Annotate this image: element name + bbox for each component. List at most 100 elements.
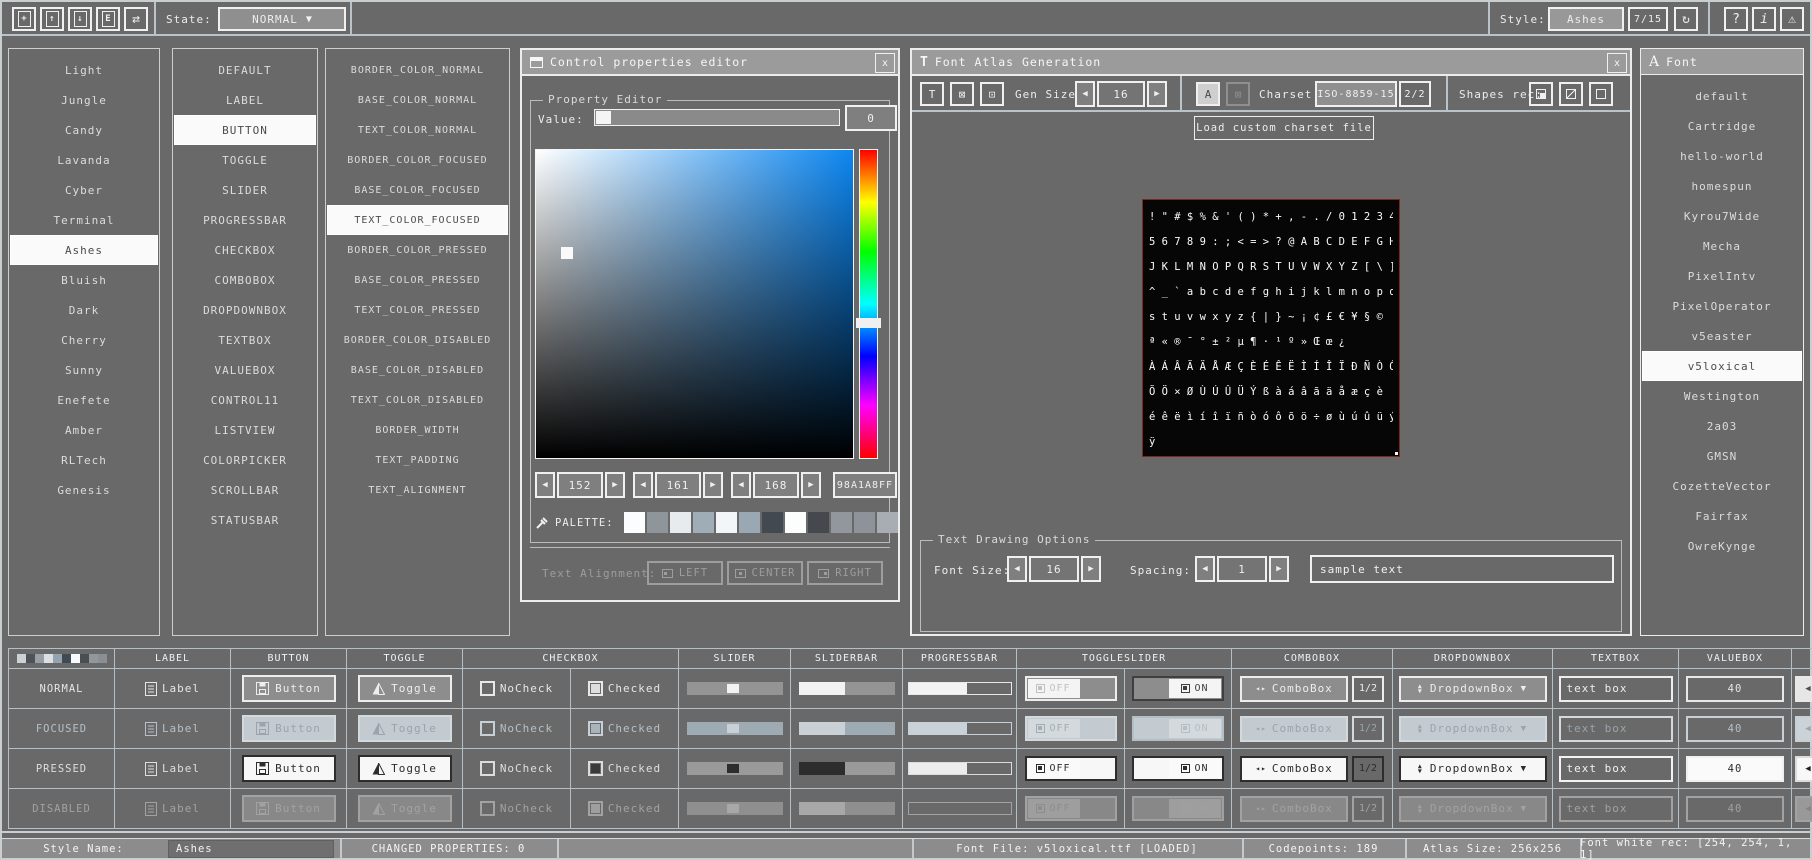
cell-disabled-7[interactable] xyxy=(791,789,903,829)
font-size-decrease-button[interactable]: ◀ xyxy=(1007,556,1027,582)
blue-decrease-button[interactable]: ◀ xyxy=(731,472,751,498)
hue-bar[interactable] xyxy=(859,149,878,459)
preview-slider[interactable] xyxy=(687,722,783,735)
list-item-sunny[interactable]: Sunny xyxy=(9,355,159,385)
slider-thumb[interactable] xyxy=(596,111,611,124)
list-item-toggle[interactable]: TOGGLE xyxy=(173,145,317,175)
preview-toggleslider-off[interactable]: OFF xyxy=(1025,756,1117,781)
reload-style-button[interactable]: ↻ xyxy=(1674,7,1698,31)
preview-combobox[interactable]: ◂▸ComboBox1/2 xyxy=(1240,716,1384,742)
list-item-base_color_disabled[interactable]: BASE_COLOR_DISABLED xyxy=(326,355,509,385)
preview-spinner-clipped[interactable]: ◀ xyxy=(1795,756,1812,782)
list-item-dark[interactable]: Dark xyxy=(9,295,159,325)
list-item-base_color_pressed[interactable]: BASE_COLOR_PRESSED xyxy=(326,265,509,295)
cell-pressed-14[interactable]: 40 xyxy=(1679,749,1792,789)
palette-swatch-10[interactable] xyxy=(854,512,875,533)
preview-toggle[interactable]: Toggle xyxy=(358,755,452,782)
charset-value-box[interactable]: ISO-8859-15 xyxy=(1315,81,1397,107)
cell-pressed-2[interactable]: Button xyxy=(231,749,347,789)
font-size-value[interactable]: 16 xyxy=(1029,556,1079,582)
preview-dropdownbox[interactable]: ▲▼DropdownBox▼ xyxy=(1399,676,1547,702)
preview-checkbox-checked[interactable]: Checked xyxy=(588,721,661,736)
color-picker-panel[interactable] xyxy=(535,149,854,459)
unload-font-button[interactable]: ⊠ xyxy=(950,82,974,106)
green-value-box[interactable]: 161 xyxy=(655,472,701,498)
shapes-rec-empty-button[interactable] xyxy=(1589,82,1613,106)
spacing-increase-button[interactable]: ▶ xyxy=(1269,556,1289,582)
preview-checkbox-unchecked[interactable]: NoCheck xyxy=(480,761,553,776)
cell-pressed-8[interactable] xyxy=(903,749,1017,789)
load-font-button[interactable]: T xyxy=(920,82,944,106)
toggleslider-knob[interactable]: OFF xyxy=(1028,719,1080,738)
preview-toggleslider-on[interactable]: ON xyxy=(1132,756,1224,781)
cell-disabled-14[interactable]: 40 xyxy=(1679,789,1792,829)
list-item-westington[interactable]: Westington xyxy=(1641,381,1803,411)
property-value-box[interactable]: 0 xyxy=(845,105,897,131)
cell-normal-4[interactable]: NoCheck xyxy=(463,669,571,709)
list-item-text_color_normal[interactable]: TEXT_COLOR_NORMAL xyxy=(326,115,509,145)
cell-normal-10[interactable]: ON xyxy=(1125,669,1232,709)
list-item-base_color_focused[interactable]: BASE_COLOR_FOCUSED xyxy=(326,175,509,205)
cell-pressed-12[interactable]: ▲▼DropdownBox▼ xyxy=(1393,749,1553,789)
cell-focused-3[interactable]: Toggle xyxy=(347,709,463,749)
cell-normal-2[interactable]: Button xyxy=(231,669,347,709)
cell-pressed-7[interactable] xyxy=(791,749,903,789)
cell-normal-5[interactable]: Checked xyxy=(571,669,679,709)
blue-value-box[interactable]: 168 xyxy=(753,472,799,498)
cpe-close-button[interactable]: x xyxy=(875,53,895,73)
list-item-progressbar[interactable]: PROGRESSBAR xyxy=(173,205,317,235)
list-item-border_color_focused[interactable]: BORDER_COLOR_FOCUSED xyxy=(326,145,509,175)
info-button[interactable]: i xyxy=(1752,7,1776,31)
palette-swatch-5[interactable] xyxy=(739,512,760,533)
preview-toggleslider-on[interactable]: ON xyxy=(1132,796,1224,821)
list-item-dropdownbox[interactable]: DROPDOWNBOX xyxy=(173,295,317,325)
align-left-button[interactable]: LEFT xyxy=(647,561,723,585)
toggleslider-knob[interactable]: ON xyxy=(1169,679,1221,698)
list-item-v5loxical[interactable]: v5loxical xyxy=(1642,351,1802,381)
list-item-combobox[interactable]: COMBOBOX xyxy=(173,265,317,295)
cell-normal-7[interactable] xyxy=(791,669,903,709)
preview-toggleslider-off[interactable]: OFF xyxy=(1025,716,1117,741)
red-decrease-button[interactable]: ◀ xyxy=(535,472,555,498)
fag-titlebar[interactable]: T Font Atlas Generation xyxy=(912,50,1630,76)
list-item-kyrou7wide[interactable]: Kyrou7Wide xyxy=(1641,201,1803,231)
list-item-hello-world[interactable]: hello-world xyxy=(1641,141,1803,171)
list-item-v5easter[interactable]: v5easter xyxy=(1641,321,1803,351)
cell-focused-6[interactable] xyxy=(679,709,791,749)
cell-disabled-12[interactable]: ▲▼DropdownBox▼ xyxy=(1393,789,1553,829)
style-dropdown[interactable]: Ashes xyxy=(1548,7,1624,31)
align-center-button[interactable]: CENTER xyxy=(727,561,803,585)
list-item-default[interactable]: default xyxy=(1641,81,1803,111)
preview-textbox[interactable]: text box xyxy=(1559,716,1673,742)
list-item-base_color_normal[interactable]: BASE_COLOR_NORMAL xyxy=(326,85,509,115)
list-item-genesis[interactable]: Genesis xyxy=(9,475,159,505)
cell-focused-14[interactable]: 40 xyxy=(1679,709,1792,749)
green-decrease-button[interactable]: ◀ xyxy=(633,472,653,498)
list-item-bluish[interactable]: Bluish xyxy=(9,265,159,295)
palette-swatch-8[interactable] xyxy=(808,512,829,533)
property-value-slider[interactable] xyxy=(594,109,840,126)
preview-button[interactable]: Button xyxy=(242,755,336,782)
preview-checkbox-checked[interactable]: Checked xyxy=(588,761,661,776)
preview-dropdownbox[interactable]: ▲▼DropdownBox▼ xyxy=(1399,716,1547,742)
cell-normal-8[interactable] xyxy=(903,669,1017,709)
palette-swatch-1[interactable] xyxy=(647,512,668,533)
preview-sliderbar[interactable] xyxy=(799,722,895,735)
red-increase-button[interactable]: ▶ xyxy=(605,472,625,498)
slider-thumb[interactable] xyxy=(727,684,739,693)
palette-swatch-3[interactable] xyxy=(693,512,714,533)
shapes-rec-slash-button[interactable] xyxy=(1559,82,1583,106)
red-value-box[interactable]: 152 xyxy=(557,472,603,498)
preview-sliderbar[interactable] xyxy=(799,762,895,775)
list-item-ashes[interactable]: Ashes xyxy=(10,235,158,265)
list-item-enefete[interactable]: Enefete xyxy=(9,385,159,415)
cell-disabled-8[interactable] xyxy=(903,789,1017,829)
cell-disabled-1[interactable]: Label xyxy=(115,789,231,829)
list-item-border_width[interactable]: BORDER_WIDTH xyxy=(326,415,509,445)
preview-toggleslider-on[interactable]: ON xyxy=(1132,716,1224,741)
preview-checkbox-unchecked[interactable]: NoCheck xyxy=(480,681,553,696)
palette-swatch-2[interactable] xyxy=(670,512,691,533)
list-item-button[interactable]: BUTTON xyxy=(174,115,316,145)
preview-toggleslider-off[interactable]: OFF xyxy=(1025,796,1117,821)
sample-text-input[interactable]: sample text xyxy=(1310,555,1614,583)
